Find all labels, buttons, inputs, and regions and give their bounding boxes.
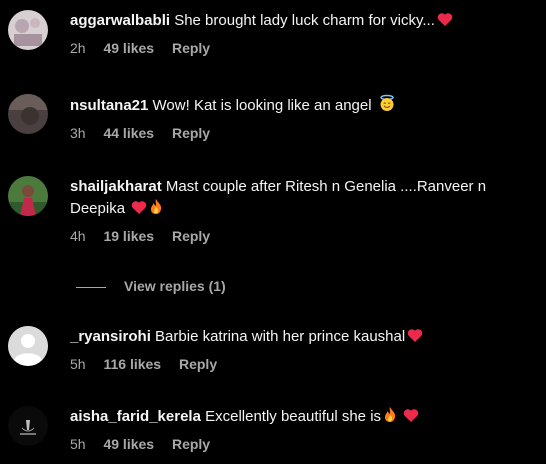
reply-button[interactable]: Reply: [179, 356, 217, 372]
comment-text: Wow! Kat is looking like an angel: [152, 97, 372, 114]
comments-list: aggarwalbabli She brought lady luck char…: [0, 0, 546, 464]
comment-time: 5h: [70, 436, 86, 452]
comment-likes[interactable]: 49 likes: [103, 40, 154, 56]
comment-time: 3h: [70, 125, 86, 141]
heart-icon: [131, 200, 147, 222]
comment-text-line: Deepika: [70, 198, 536, 222]
comment-username[interactable]: aggarwalbabli: [70, 12, 170, 29]
comment-text-line: nsultana21 Wow! Kat is looking like an a…: [70, 94, 536, 119]
comment-text-line: aggarwalbabli She brought lady luck char…: [70, 10, 536, 34]
avatar[interactable]: [8, 94, 48, 134]
comment-text-line: _ryansirohi Barbie katrina with her prin…: [70, 326, 536, 350]
comment-likes[interactable]: 49 likes: [103, 436, 154, 452]
default-avatar[interactable]: [8, 326, 48, 366]
avatar[interactable]: [8, 10, 48, 50]
comment-meta: 4h 19 likes Reply: [70, 226, 536, 246]
heart-icon: [407, 328, 423, 350]
comment-time: 5h: [70, 356, 86, 372]
divider: [76, 286, 106, 288]
reply-button[interactable]: Reply: [172, 228, 210, 244]
comment-text: Mast couple after Ritesh n Genelia ....R…: [165, 178, 487, 195]
avatar[interactable]: [8, 406, 48, 446]
comment-text: She brought lady luck charm for vicky...: [174, 12, 435, 29]
heart-icon: [403, 408, 419, 430]
comment-meta: 3h 44 likes Reply: [70, 123, 536, 143]
comment-time: 4h: [70, 228, 86, 244]
fire-icon: [149, 198, 163, 222]
fire-icon: [383, 406, 397, 430]
comment-likes[interactable]: 116 likes: [103, 356, 161, 372]
comment-text-line: aisha_farid_kerela Excellently beautiful…: [70, 406, 536, 430]
comment-text-continued: Deepika: [70, 200, 126, 217]
comment-time: 2h: [70, 40, 86, 56]
comment-meta: 5h 116 likes Reply: [70, 354, 536, 374]
smiling-face-with-halo-icon: [378, 94, 396, 119]
comment-text-line: shailjakharat Mast couple after Ritesh n…: [70, 176, 536, 198]
comment-username[interactable]: aisha_farid_kerela: [70, 408, 201, 425]
comment-text: Excellently beautiful she is: [205, 408, 382, 425]
comment-username[interactable]: nsultana21: [70, 97, 148, 114]
comment-username[interactable]: shailjakharat: [70, 178, 162, 195]
comment-text: Barbie katrina with her prince kaushal: [155, 328, 406, 345]
comment-meta: 5h 49 likes Reply: [70, 434, 536, 454]
avatar[interactable]: [8, 176, 48, 216]
reply-button[interactable]: Reply: [172, 125, 210, 141]
reply-button[interactable]: Reply: [172, 40, 210, 56]
reply-button[interactable]: Reply: [172, 436, 210, 452]
comment-likes[interactable]: 19 likes: [103, 228, 154, 244]
comment-likes[interactable]: 44 likes: [103, 125, 154, 141]
view-replies-button[interactable]: View replies (1): [76, 276, 226, 296]
comment-meta: 2h 49 likes Reply: [70, 38, 536, 58]
comment-username[interactable]: _ryansirohi: [70, 328, 151, 345]
heart-icon: [437, 12, 453, 34]
view-replies-label: View replies (1): [124, 278, 226, 294]
